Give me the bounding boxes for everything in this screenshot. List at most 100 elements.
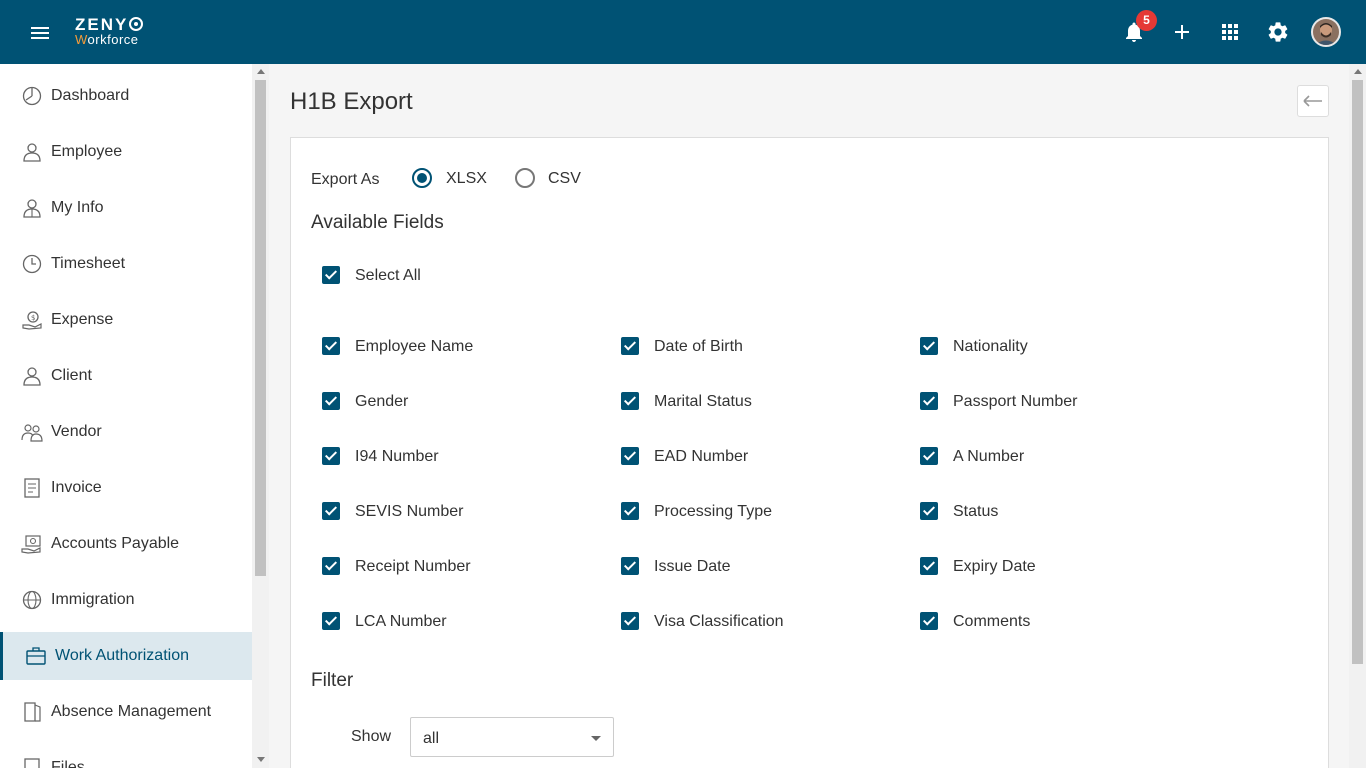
sidebar-item-label: Dashboard bbox=[51, 87, 130, 104]
field-checkbox-expiry-date[interactable] bbox=[920, 557, 938, 575]
main-scrollbar-thumb[interactable] bbox=[1352, 80, 1363, 664]
door-icon bbox=[24, 702, 41, 722]
show-label: Show bbox=[351, 728, 392, 745]
arrow-left-icon bbox=[1303, 95, 1322, 107]
field-label[interactable]: Marital Status bbox=[654, 393, 752, 411]
field-checkbox-sevis-number[interactable] bbox=[322, 502, 340, 520]
sidebar-item-label: Files bbox=[51, 759, 85, 768]
field-checkbox-i94-number[interactable] bbox=[322, 447, 340, 465]
radio-xlsx[interactable] bbox=[412, 168, 432, 188]
sidebar-item-dashboard[interactable]: Dashboard bbox=[0, 72, 252, 120]
field-checkbox-comments[interactable] bbox=[920, 612, 938, 630]
my-info-icon bbox=[23, 199, 41, 218]
globe-icon bbox=[22, 590, 42, 610]
accounts-payable-icon bbox=[21, 535, 41, 554]
field-label[interactable]: Visa Classification bbox=[654, 613, 784, 631]
sidebar-item-vendor[interactable]: Vendor bbox=[0, 408, 252, 456]
sidebar-item-immigration[interactable]: Immigration bbox=[0, 576, 252, 624]
radio-xlsx-label[interactable]: XLSX bbox=[446, 170, 487, 188]
logo-mark-icon bbox=[129, 17, 144, 31]
field-checkbox-date-of-birth[interactable] bbox=[621, 337, 639, 355]
select-all-checkbox[interactable] bbox=[322, 266, 340, 284]
scroll-up-arrow-icon[interactable] bbox=[257, 69, 265, 74]
field-label[interactable]: EAD Number bbox=[654, 448, 748, 466]
sidebar-item-employee[interactable]: Employee bbox=[0, 128, 252, 176]
sidebar-item-label: Invoice bbox=[51, 479, 102, 496]
scroll-down-arrow-icon[interactable] bbox=[257, 757, 265, 762]
sidebar-item-timesheet[interactable]: Timesheet bbox=[0, 240, 252, 288]
field-label[interactable]: A Number bbox=[953, 448, 1024, 466]
page-title: H1B Export bbox=[290, 88, 413, 115]
field-label[interactable]: Processing Type bbox=[654, 503, 772, 521]
field-label[interactable]: Status bbox=[953, 503, 998, 521]
sidebar-item-files[interactable]: Files bbox=[0, 744, 252, 768]
sidebar-item-accounts-payable[interactable]: Accounts Payable bbox=[0, 520, 252, 568]
field-checkbox-ead-number[interactable] bbox=[621, 447, 639, 465]
field-checkbox-marital-status[interactable] bbox=[621, 392, 639, 410]
field-label[interactable]: Passport Number bbox=[953, 393, 1078, 411]
field-label[interactable]: Expiry Date bbox=[953, 558, 1036, 576]
sidebar-item-work-authorization[interactable]: Work Authorization bbox=[0, 632, 252, 680]
field-label[interactable]: I94 Number bbox=[355, 448, 439, 466]
sidebar-item-my-info[interactable]: My Info bbox=[0, 184, 252, 232]
radio-csv-label[interactable]: CSV bbox=[548, 170, 581, 188]
field-checkbox-employee-name[interactable] bbox=[322, 337, 340, 355]
avatar-image bbox=[1313, 19, 1339, 45]
sidebar-item-label: My Info bbox=[51, 199, 104, 216]
dashboard-icon bbox=[22, 86, 42, 106]
main-scrollbar[interactable] bbox=[1349, 64, 1366, 768]
settings-gear-icon[interactable] bbox=[1266, 20, 1290, 44]
field-checkbox-receipt-number[interactable] bbox=[322, 557, 340, 575]
field-checkbox-nationality[interactable] bbox=[920, 337, 938, 355]
files-icon bbox=[24, 758, 40, 768]
field-label[interactable]: Employee Name bbox=[355, 338, 473, 356]
sidebar-item-label: Absence Management bbox=[51, 703, 212, 720]
field-checkbox-issue-date[interactable] bbox=[621, 557, 639, 575]
sidebar-item-expense[interactable]: $ Expense bbox=[0, 296, 252, 344]
field-label[interactable]: Date of Birth bbox=[654, 338, 743, 356]
field-checkbox-visa-classification[interactable] bbox=[621, 612, 639, 630]
employee-icon bbox=[23, 143, 41, 162]
field-checkbox-status[interactable] bbox=[920, 502, 938, 520]
field-label[interactable]: LCA Number bbox=[355, 613, 447, 631]
available-fields-title: Available Fields bbox=[311, 212, 444, 233]
back-button[interactable] bbox=[1297, 85, 1329, 117]
add-icon[interactable] bbox=[1170, 20, 1194, 44]
invoice-icon bbox=[24, 478, 40, 498]
radio-csv[interactable] bbox=[515, 168, 535, 188]
sidebar-nav: Dashboard Employee My Info Timesheet $ E… bbox=[0, 64, 252, 768]
expense-icon: $ bbox=[22, 311, 42, 330]
sidebar-item-label: Immigration bbox=[51, 591, 135, 608]
sidebar-item-label: Employee bbox=[51, 143, 123, 160]
user-avatar[interactable] bbox=[1311, 17, 1341, 47]
field-label[interactable]: Comments bbox=[953, 613, 1030, 631]
logo-subtext-initial: W bbox=[75, 32, 88, 47]
menu-icon[interactable] bbox=[28, 22, 52, 42]
filter-title: Filter bbox=[311, 670, 354, 691]
field-checkbox-lca-number[interactable] bbox=[322, 612, 340, 630]
briefcase-icon bbox=[26, 647, 46, 665]
sidebar-item-label: Accounts Payable bbox=[51, 535, 180, 552]
show-select[interactable]: all bbox=[410, 717, 614, 757]
field-checkbox-gender[interactable] bbox=[322, 392, 340, 410]
select-all-label[interactable]: Select All bbox=[355, 267, 421, 285]
field-checkbox-processing-type[interactable] bbox=[621, 502, 639, 520]
sidebar-item-label: Work Authorization bbox=[55, 647, 189, 664]
scroll-up-arrow-icon[interactable] bbox=[1354, 69, 1362, 74]
field-checkbox-passport-number[interactable] bbox=[920, 392, 938, 410]
field-label[interactable]: Gender bbox=[355, 393, 408, 411]
sidebar-item-absence-management[interactable]: Absence Management bbox=[0, 688, 252, 736]
field-label[interactable]: Nationality bbox=[953, 338, 1028, 356]
field-label[interactable]: SEVIS Number bbox=[355, 503, 463, 521]
top-app-bar: ZENY Workforce 5 bbox=[0, 0, 1366, 64]
field-label[interactable]: Issue Date bbox=[654, 558, 730, 576]
field-checkbox-a-number[interactable] bbox=[920, 447, 938, 465]
app-logo[interactable]: ZENY Workforce bbox=[75, 16, 144, 47]
chevron-down-icon bbox=[591, 736, 601, 741]
sidebar-scrollbar[interactable] bbox=[252, 64, 269, 768]
sidebar-item-client[interactable]: Client bbox=[0, 352, 252, 400]
apps-grid-icon[interactable] bbox=[1218, 20, 1242, 44]
sidebar-item-invoice[interactable]: Invoice bbox=[0, 464, 252, 512]
field-label[interactable]: Receipt Number bbox=[355, 558, 471, 576]
sidebar-scrollbar-thumb[interactable] bbox=[255, 80, 266, 576]
